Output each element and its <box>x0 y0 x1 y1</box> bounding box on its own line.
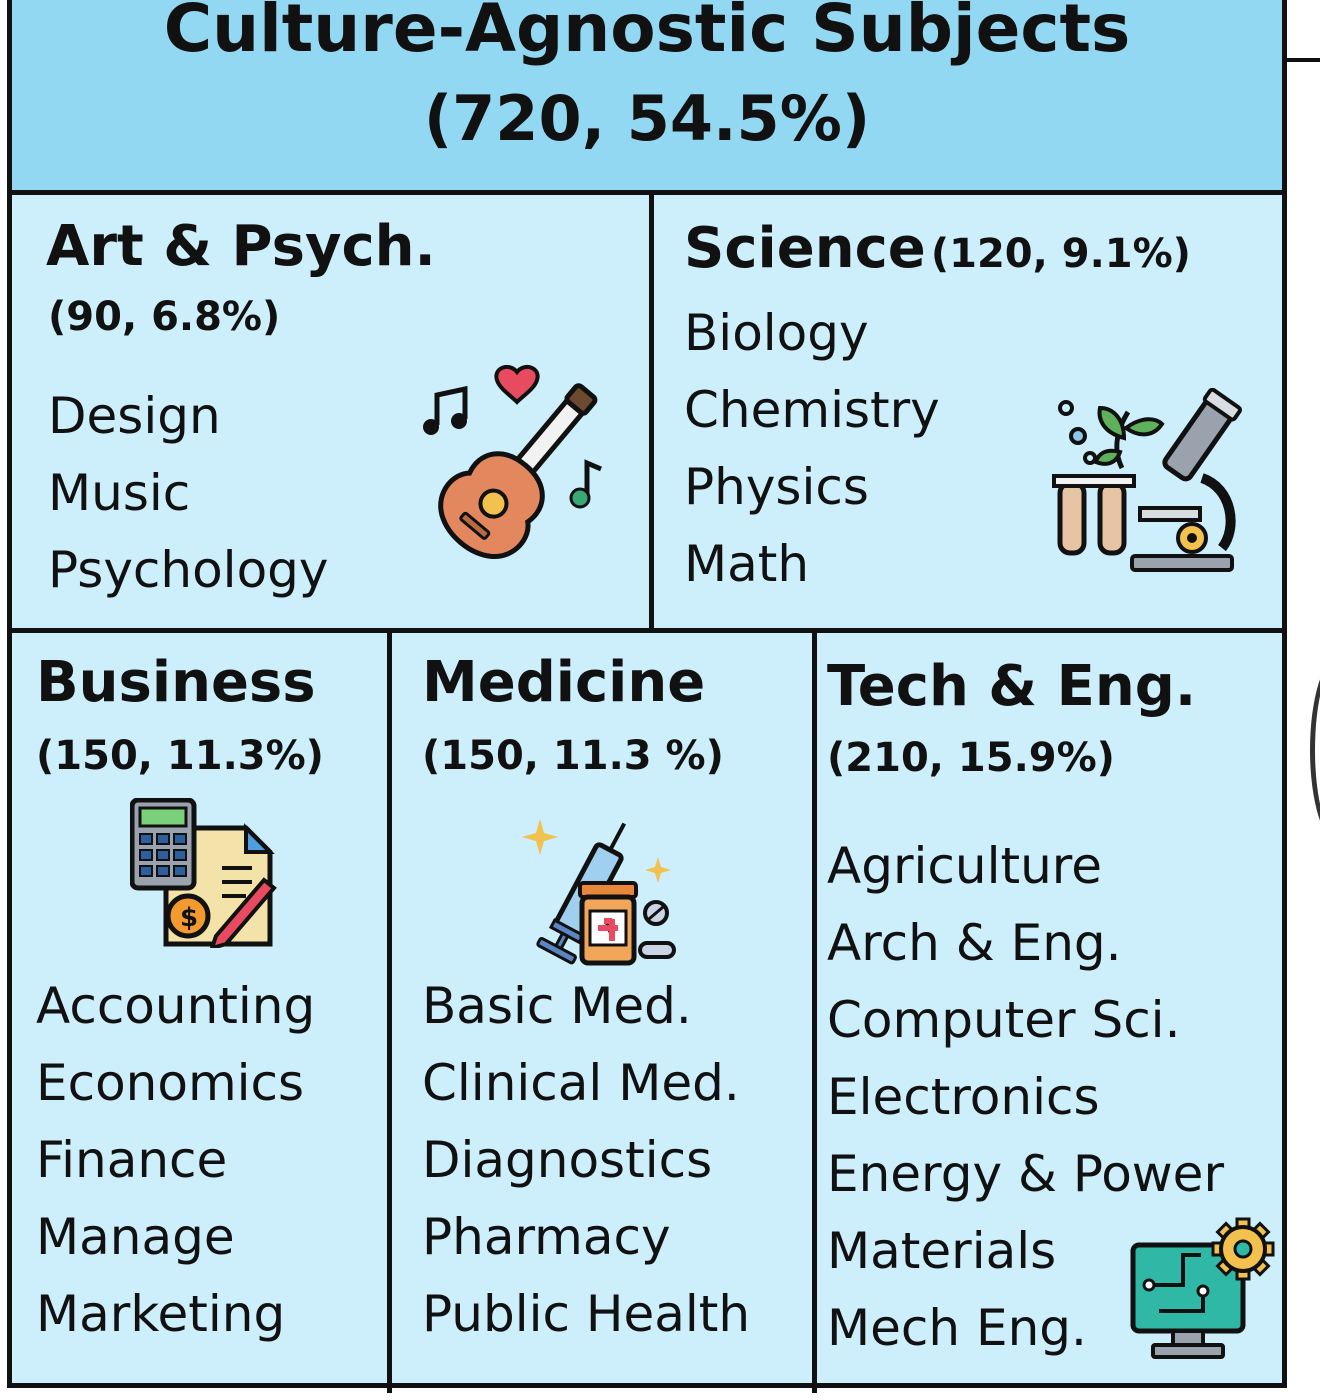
subject-item: Pharmacy <box>422 1208 671 1266</box>
category-count: (210, 15.9%) <box>827 735 1115 781</box>
panel-subtitle: (720, 54.5%) <box>423 82 871 155</box>
category-name: Science <box>684 216 926 281</box>
subject-item: Physics <box>684 458 869 516</box>
category-business: Business (150, 11.3%) $ Accounting Econo… <box>12 633 387 1393</box>
culture-agnostic-panel: Culture-Agnostic Subjects (720, 54.5%) A… <box>7 0 1287 1393</box>
category-tech-eng: Tech & Eng. (210, 15.9%) Agriculture Arc… <box>817 633 1287 1393</box>
subject-item: Arch & Eng. <box>827 914 1122 972</box>
guitar-music-icon <box>423 364 602 559</box>
category-art-psych: Art & Psych. (90, 6.8%) Design Music Psy… <box>12 195 649 628</box>
subject-item: Biology <box>684 304 869 362</box>
subject-item: Manage <box>36 1208 235 1266</box>
category-heading: Science (120, 9.1%) <box>684 217 1191 281</box>
subject-item: Public Health <box>422 1285 751 1343</box>
subject-item: Diagnostics <box>422 1131 713 1189</box>
svg-text:$: $ <box>180 903 198 933</box>
category-name: Tech & Eng. <box>827 654 1197 719</box>
subject-item: Economics <box>36 1054 305 1112</box>
panel-header: Culture-Agnostic Subjects (720, 54.5%) <box>12 0 1282 195</box>
category-name: Art & Psych. <box>46 214 436 279</box>
subject-item: Electronics <box>827 1068 1100 1126</box>
subject-list: Biology Chemistry Physics Math <box>684 295 940 603</box>
subject-item: Psychology <box>48 541 329 599</box>
subject-item: Energy & Power <box>827 1145 1224 1203</box>
outer-arc-decoration <box>1310 655 1320 845</box>
subject-item: Finance <box>36 1131 228 1189</box>
category-count: (120, 9.1%) <box>930 231 1191 277</box>
syringe-pills-icon <box>522 819 676 966</box>
category-count: (150, 11.3%) <box>36 733 324 779</box>
subject-list: Accounting Economics Finance Manage Mark… <box>36 968 315 1353</box>
subject-item: Basic Med. <box>422 977 692 1035</box>
category-medicine: Medicine (150, 11.3 %) Basic Med. Clinic… <box>392 633 812 1393</box>
subject-item: Computer Sci. <box>827 991 1181 1049</box>
calculator-invoice-icon: $ <box>130 798 277 948</box>
subject-item: Design <box>48 387 221 445</box>
subject-item: Music <box>48 464 191 522</box>
outer-connector-line <box>1287 58 1320 62</box>
category-science: Science (120, 9.1%) Biology Chemistry Ph… <box>654 195 1287 628</box>
subject-item: Accounting <box>36 977 316 1035</box>
category-count: (150, 11.3 %) <box>422 733 724 779</box>
subject-item: Clinical Med. <box>422 1054 740 1112</box>
subject-item: Chemistry <box>684 381 940 439</box>
category-name: Medicine <box>422 650 706 715</box>
subject-item: Marketing <box>36 1285 286 1343</box>
subject-list: Design Music Psychology <box>48 378 329 609</box>
subject-list: Basic Med. Clinical Med. Diagnostics Pha… <box>422 968 750 1353</box>
category-name: Business <box>36 650 316 715</box>
subject-item: Math <box>684 535 810 593</box>
category-count: (90, 6.8%) <box>48 294 281 340</box>
computer-gear-icon <box>1130 1217 1275 1359</box>
panel-title: Culture-Agnostic Subjects <box>163 0 1131 67</box>
microscope-icon <box>1052 388 1242 572</box>
subject-item: Agriculture <box>827 837 1102 895</box>
